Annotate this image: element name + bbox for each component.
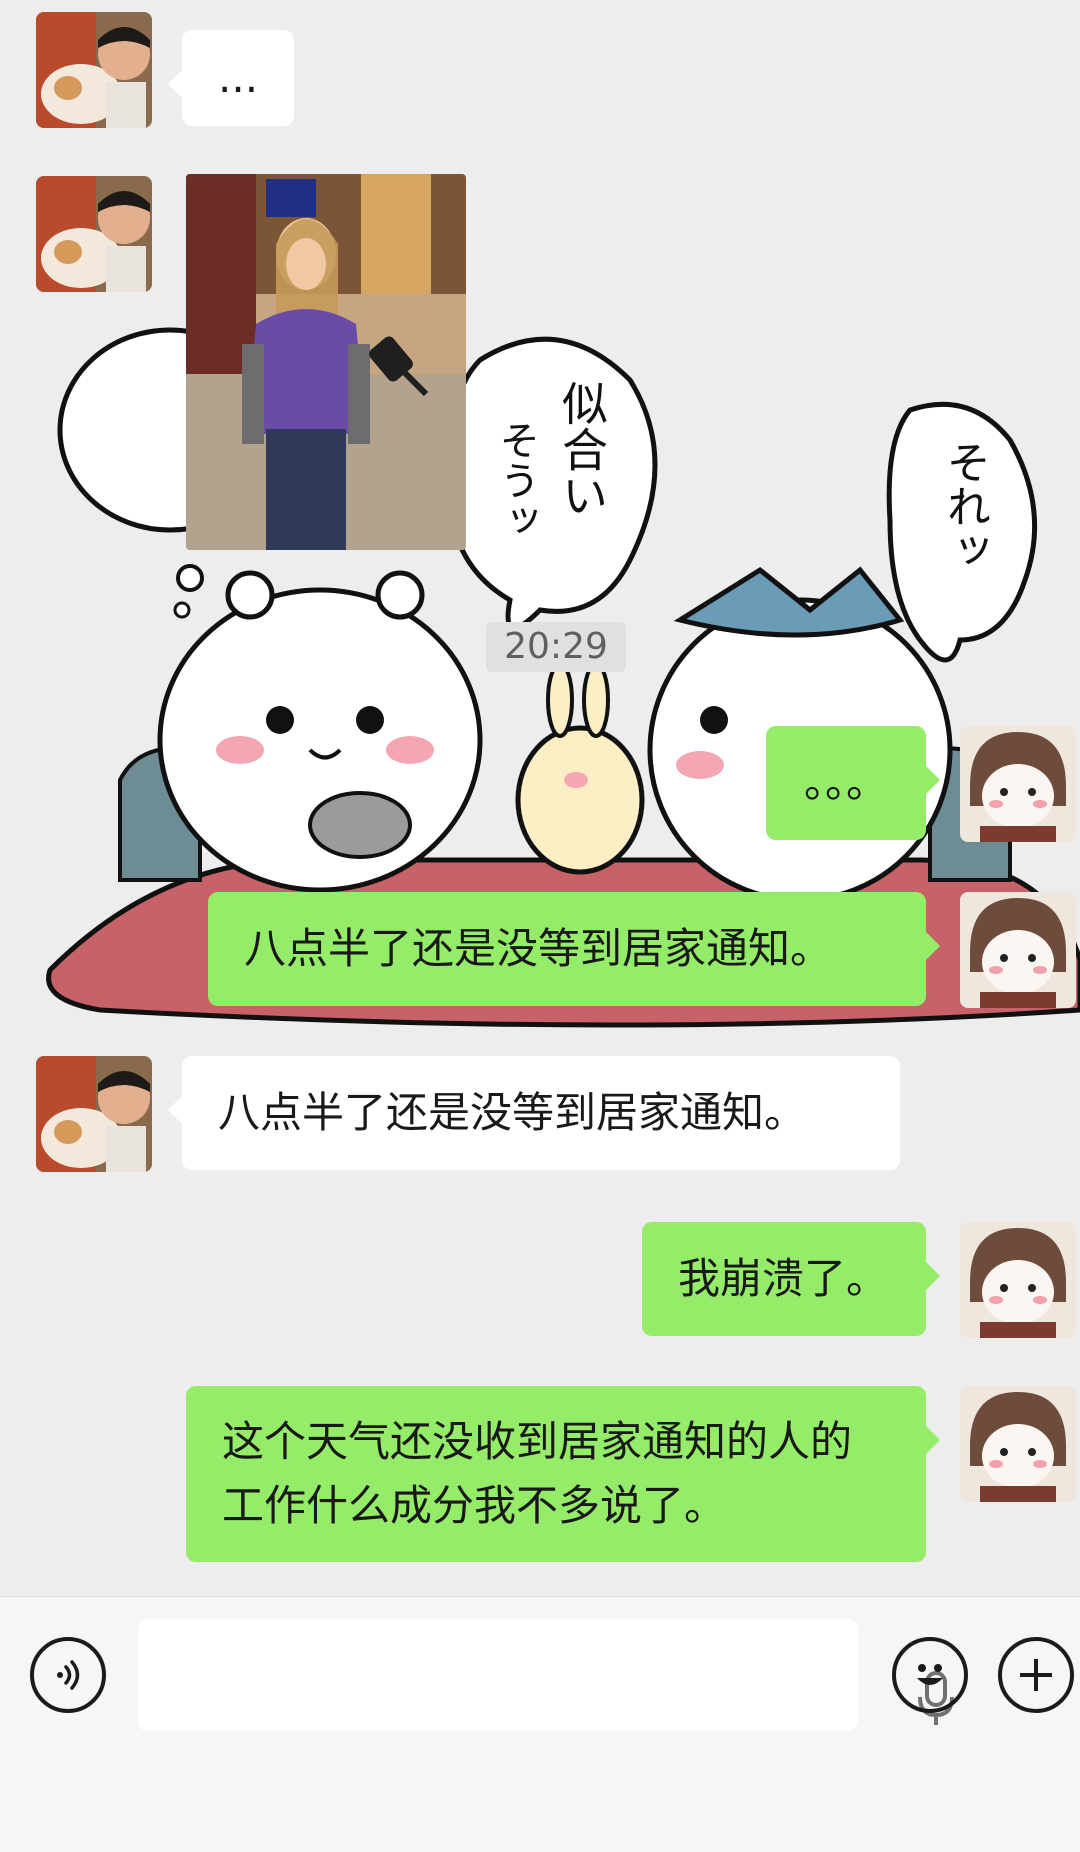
sticker-caption-left-2: そうッ xyxy=(493,420,539,540)
message-text: 。。。 xyxy=(803,758,888,807)
message-bubble-received[interactable]: ... xyxy=(167,30,295,126)
message-bubble-sent[interactable]: 八点半了还是没等到居家通知。 xyxy=(208,892,940,1006)
timestamp: 20:29 xyxy=(486,622,626,672)
my-avatar[interactable] xyxy=(960,1386,1076,1502)
contact-avatar[interactable] xyxy=(36,1056,152,1172)
message-input[interactable] xyxy=(138,1619,954,1731)
image-message[interactable] xyxy=(186,174,466,550)
message-bubble-sent[interactable]: 这个天气还没收到居家通知的人的工作什么成分我不多说了。 xyxy=(186,1386,940,1562)
contact-avatar[interactable] xyxy=(36,12,152,128)
message-bubble-sent[interactable]: 。。。 xyxy=(766,726,940,840)
message-bubble-sent[interactable]: 我崩溃了。 xyxy=(642,1222,940,1336)
message-text: 八点半了还是没等到居家通知。 xyxy=(218,1088,807,1137)
sticker-caption-left-1: 似合い xyxy=(555,380,609,518)
emoji-icon[interactable] xyxy=(892,1637,968,1713)
contact-avatar[interactable] xyxy=(36,176,152,292)
chat-area: ... 似合い そうッ それッ 20:29 。。。 八点半了还是没等到居家通知。… xyxy=(0,0,1080,1596)
my-avatar[interactable] xyxy=(960,1222,1076,1338)
my-avatar[interactable] xyxy=(960,892,1076,1008)
message-text: ... xyxy=(218,53,259,102)
sticker-caption-right: それッ xyxy=(939,440,990,572)
message-text: 八点半了还是没等到居家通知。 xyxy=(244,924,833,973)
message-bubble-received[interactable]: 八点半了还是没等到居家通知。 xyxy=(168,1056,900,1170)
message-text: 这个天气还没收到居家通知的人的工作什么成分我不多说了。 xyxy=(222,1417,853,1530)
voice-icon[interactable] xyxy=(30,1637,106,1713)
plus-icon[interactable] xyxy=(998,1637,1074,1713)
input-bar xyxy=(0,1596,1080,1852)
my-avatar[interactable] xyxy=(960,726,1076,842)
message-text: 我崩溃了。 xyxy=(678,1254,889,1303)
